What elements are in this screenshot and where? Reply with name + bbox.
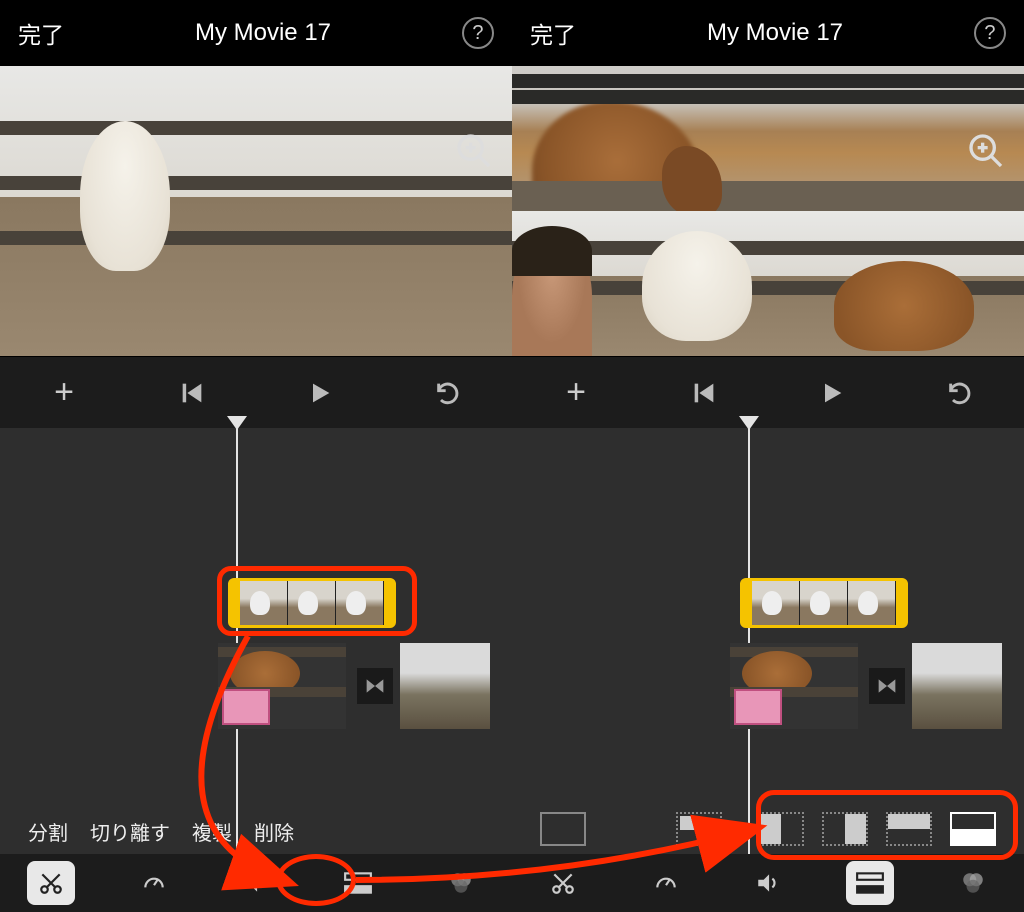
split-button[interactable]: 分割 [28, 817, 68, 846]
project-title: My Movie 17 [707, 19, 843, 47]
zoom-icon[interactable] [966, 131, 1006, 171]
overlay-tool-icon[interactable] [334, 861, 382, 905]
cut-tool-icon[interactable] [539, 861, 587, 905]
child-face [512, 236, 592, 356]
overlay-tool-icon[interactable] [846, 861, 894, 905]
filters-tool-icon[interactable] [949, 861, 997, 905]
detach-button[interactable]: 切り離す [90, 817, 170, 846]
main-clip[interactable] [730, 643, 858, 729]
header: 完了 My Movie 17 ? [0, 0, 512, 66]
help-icon[interactable]: ? [462, 17, 494, 49]
duplicate-button[interactable]: 複製 [192, 817, 232, 846]
done-button[interactable]: 完了 [530, 16, 576, 50]
project-title: My Movie 17 [195, 19, 331, 47]
preview-bottom-clip [512, 211, 1024, 356]
transport-bar: + [0, 356, 512, 428]
timeline[interactable]: 分割 切り離す 複製 削除 [0, 428, 512, 912]
transition-icon[interactable] [357, 668, 393, 704]
left-screenshot: 完了 My Movie 17 ? どうぶつたちのご紹介 アミ&ハート + [0, 0, 512, 912]
add-media-button[interactable]: + [44, 373, 84, 413]
filters-tool-icon[interactable] [437, 861, 485, 905]
transition-icon[interactable] [869, 668, 905, 704]
add-media-button[interactable]: + [556, 373, 596, 413]
help-icon[interactable]: ? [974, 17, 1006, 49]
skip-start-icon[interactable] [172, 373, 212, 413]
next-clip[interactable] [912, 643, 1002, 729]
play-icon[interactable] [812, 373, 852, 413]
undo-icon[interactable] [428, 373, 468, 413]
volume-tool-icon[interactable] [232, 861, 280, 905]
zoom-icon[interactable] [454, 131, 494, 171]
overlay-clip[interactable] [740, 578, 908, 628]
overlay-layout-row [512, 804, 1024, 854]
skip-start-icon[interactable] [684, 373, 724, 413]
preview-top-clip [512, 66, 1024, 211]
undo-icon[interactable] [940, 373, 980, 413]
done-button[interactable]: 完了 [18, 16, 64, 50]
preview-right-clip [0, 66, 512, 356]
header: 完了 My Movie 17 ? [512, 0, 1024, 66]
layout-split-top[interactable] [886, 812, 932, 846]
layout-split-bottom[interactable] [950, 812, 996, 846]
clip-action-row: 分割 切り離す 複製 削除 [0, 808, 512, 854]
next-clip[interactable] [400, 643, 490, 729]
volume-tool-icon[interactable] [744, 861, 792, 905]
layout-split-left[interactable] [758, 812, 804, 846]
speed-tool-icon[interactable] [130, 861, 178, 905]
cut-tool-icon[interactable] [27, 861, 75, 905]
preview-area: どうぶつたちのご紹介 アミ&ハート [0, 66, 512, 356]
tool-row [512, 854, 1024, 912]
overlay-clip[interactable] [228, 578, 396, 628]
timeline[interactable] [512, 428, 1024, 912]
layout-full[interactable] [540, 812, 586, 846]
main-clip[interactable] [218, 643, 346, 729]
delete-button[interactable]: 削除 [254, 817, 294, 846]
play-icon[interactable] [300, 373, 340, 413]
tool-row [0, 854, 512, 912]
preview-area-stacked [512, 66, 1024, 356]
layout-split-right[interactable] [822, 812, 868, 846]
speed-tool-icon[interactable] [642, 861, 690, 905]
layout-pip[interactable] [676, 812, 722, 846]
transport-bar: + [512, 356, 1024, 428]
right-screenshot: 完了 My Movie 17 ? + [512, 0, 1024, 912]
